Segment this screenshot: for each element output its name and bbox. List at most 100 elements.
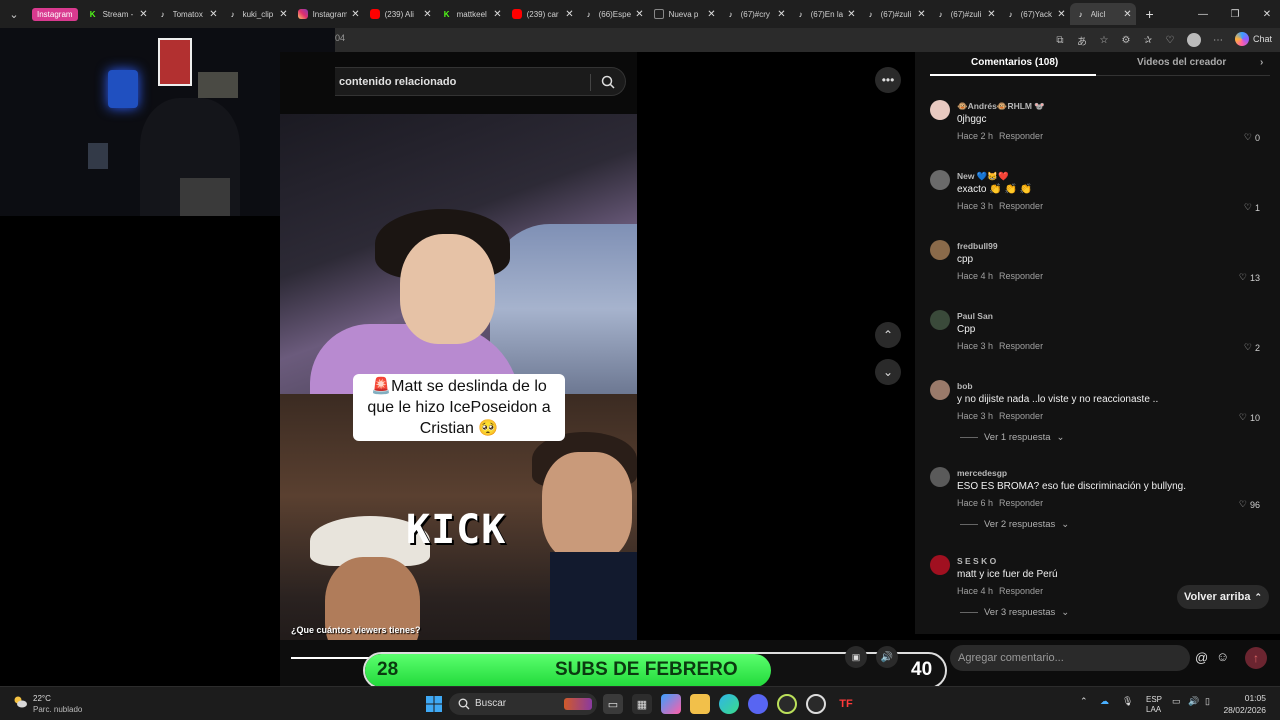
onedrive-icon[interactable]: ☁ <box>1100 696 1109 707</box>
browser-tab[interactable]: Kmattkeel ✕ <box>436 3 506 25</box>
reply-button[interactable]: Responder <box>999 586 1043 596</box>
search-input[interactable]: contenido relacionado <box>339 76 456 88</box>
browser-essentials-icon[interactable]: ♡ <box>1163 33 1177 47</box>
reply-button[interactable]: Responder <box>999 201 1043 211</box>
tab-actions-menu-button[interactable]: ⌄ <box>0 0 28 28</box>
translate-icon[interactable]: あ <box>1075 33 1089 48</box>
like-button[interactable]: ♡ 0 <box>1244 132 1260 143</box>
reply-button[interactable]: Responder <box>999 411 1043 421</box>
miniplayer-button[interactable]: ▣ <box>845 646 867 668</box>
browser-tab[interactable]: ♪ (67)En la ✕ <box>790 3 860 25</box>
view-replies-button[interactable]: Ver 1 respuesta ⌄ <box>960 432 1065 443</box>
like-button[interactable]: ♡ 13 <box>1239 272 1260 283</box>
comment-username[interactable]: mercedesgp <box>957 468 1007 478</box>
close-tab-icon[interactable]: ✕ <box>351 9 359 20</box>
minimize-button[interactable]: — <box>1187 0 1219 28</box>
app-icon[interactable] <box>777 694 797 714</box>
reply-button[interactable]: Responder <box>999 498 1043 508</box>
battery-icon[interactable]: ▯ <box>1205 696 1210 707</box>
taskbar-search[interactable]: Buscar <box>449 693 597 715</box>
view-replies-button[interactable]: Ver 2 respuestas ⌄ <box>960 519 1069 530</box>
more-menu-icon[interactable]: ⋯ <box>1211 33 1225 47</box>
reply-button[interactable]: Responder <box>999 271 1043 281</box>
close-window-button[interactable]: ✕ <box>1251 0 1280 28</box>
back-to-top-button[interactable]: Volver arriba ⌃ <box>1177 585 1269 609</box>
tabs-scroll-right-icon[interactable]: › <box>1260 57 1263 68</box>
close-tab-icon[interactable]: ✕ <box>423 9 431 20</box>
extensions-icon[interactable]: ⚙ <box>1119 33 1133 47</box>
avatar[interactable] <box>930 100 950 120</box>
volume-button[interactable]: 🔊 <box>876 646 898 668</box>
close-tab-icon[interactable]: ✕ <box>279 9 287 20</box>
like-button[interactable]: ♡ 10 <box>1239 412 1260 423</box>
comment-username[interactable]: 🐵Andrés🐵RHLM 🐭 <box>957 101 1045 112</box>
new-tab-button[interactable]: + <box>1136 6 1164 22</box>
related-search-bar[interactable]: contenido relacionado <box>335 67 626 96</box>
close-tab-icon[interactable]: ✕ <box>565 9 573 20</box>
maximize-button[interactable]: ❐ <box>1219 0 1251 28</box>
browser-tab[interactable]: ♪ (67)#cry ✕ <box>720 3 790 25</box>
comment-username[interactable]: bob <box>957 381 973 391</box>
like-button[interactable]: ♡ 2 <box>1244 342 1260 353</box>
open-in-app-icon[interactable]: ⧉ <box>1053 33 1067 47</box>
avatar[interactable] <box>930 380 950 400</box>
copilot-app-icon[interactable] <box>661 694 681 714</box>
app-tf-icon[interactable]: TF <box>836 694 856 714</box>
network-icon[interactable]: ▭ <box>1172 696 1181 707</box>
volume-icon[interactable]: 🔊 <box>1188 696 1199 707</box>
comment-username[interactable]: fredbull99 <box>957 241 998 251</box>
copilot-chat-button[interactable]: Chat <box>1234 32 1272 46</box>
avatar[interactable] <box>930 467 950 487</box>
view-replies-button[interactable]: Ver 3 respuestas ⌄ <box>960 607 1069 618</box>
favorite-star-icon[interactable]: ☆ <box>1097 33 1111 47</box>
browser-tab[interactable]: ♪ (67)#zuli ✕ <box>860 3 930 25</box>
task-view-icon[interactable]: ▭ <box>603 694 623 714</box>
close-tab-icon[interactable]: ✕ <box>139 9 147 20</box>
tab-comments[interactable]: Comentarios (108) <box>971 57 1058 68</box>
tray-overflow-icon[interactable]: ⌃ <box>1080 696 1088 707</box>
browser-tab[interactable]: ♪ (67)#zuli ✕ <box>930 3 1000 25</box>
file-explorer-icon[interactable] <box>690 694 710 714</box>
obs-icon[interactable] <box>806 694 826 714</box>
store-icon[interactable]: ▦ <box>632 694 652 714</box>
browser-tab[interactable]: Instagram ✕ <box>292 3 364 25</box>
emoji-icon[interactable]: ☺ <box>1216 649 1229 664</box>
search-icon[interactable] <box>601 75 615 89</box>
like-button[interactable]: ♡ 1 <box>1244 202 1260 213</box>
avatar[interactable] <box>930 170 950 190</box>
browser-tab[interactable]: ♪ Tomatox ✕ <box>152 3 222 25</box>
system-clock[interactable]: 01:05 28/02/2026 <box>1223 692 1266 716</box>
avatar[interactable] <box>930 310 950 330</box>
browser-tab[interactable]: K Stream - ✕ <box>82 3 152 25</box>
close-tab-icon[interactable]: ✕ <box>777 9 785 20</box>
comment-username[interactable]: Paul San <box>957 311 993 321</box>
close-tab-icon[interactable]: ✕ <box>847 9 855 20</box>
comment-username[interactable]: New 💙😸❤️ <box>957 171 1009 182</box>
avatar[interactable] <box>930 555 950 575</box>
browser-tab[interactable]: ♪ Alicl ✕ <box>1069 3 1136 25</box>
reply-button[interactable]: Responder <box>999 131 1043 141</box>
comment-input[interactable]: Agregar comentario... <box>950 645 1190 671</box>
reply-button[interactable]: Responder <box>999 341 1043 351</box>
send-comment-button[interactable]: ↑ <box>1245 647 1267 669</box>
close-tab-icon[interactable]: ✕ <box>1123 9 1131 20</box>
browser-tab[interactable]: Nueva p ✕ <box>648 3 720 25</box>
profile-avatar-icon[interactable] <box>1187 33 1201 47</box>
windows-start-icon[interactable] <box>424 694 444 714</box>
browser-tab[interactable]: ♪ kuki_clip ✕ <box>222 3 292 25</box>
close-tab-icon[interactable]: ✕ <box>635 9 643 20</box>
next-video-button[interactable]: ⌄ <box>875 359 901 385</box>
like-button[interactable]: ♡ 96 <box>1239 499 1260 510</box>
close-tab-icon[interactable]: ✕ <box>209 9 217 20</box>
close-tab-icon[interactable]: ✕ <box>917 9 925 20</box>
avatar[interactable] <box>930 240 950 260</box>
video-player[interactable]: 🚨Matt se deslinda de lo que le hizo IceP… <box>280 52 637 686</box>
edge-browser-icon[interactable] <box>719 694 739 714</box>
mention-icon[interactable]: @ <box>1195 650 1208 665</box>
tab-group-label[interactable]: Instagram <box>32 7 78 21</box>
microphone-icon[interactable]: 🎙 <box>1122 696 1133 707</box>
browser-tab[interactable]: (239) Ali ✕ <box>364 3 436 25</box>
browser-tab[interactable]: ♪ (67)Yack ✕ <box>1000 3 1070 25</box>
tab-creator-videos[interactable]: Videos del creador <box>1137 57 1226 68</box>
previous-video-button[interactable]: ⌃ <box>875 322 901 348</box>
